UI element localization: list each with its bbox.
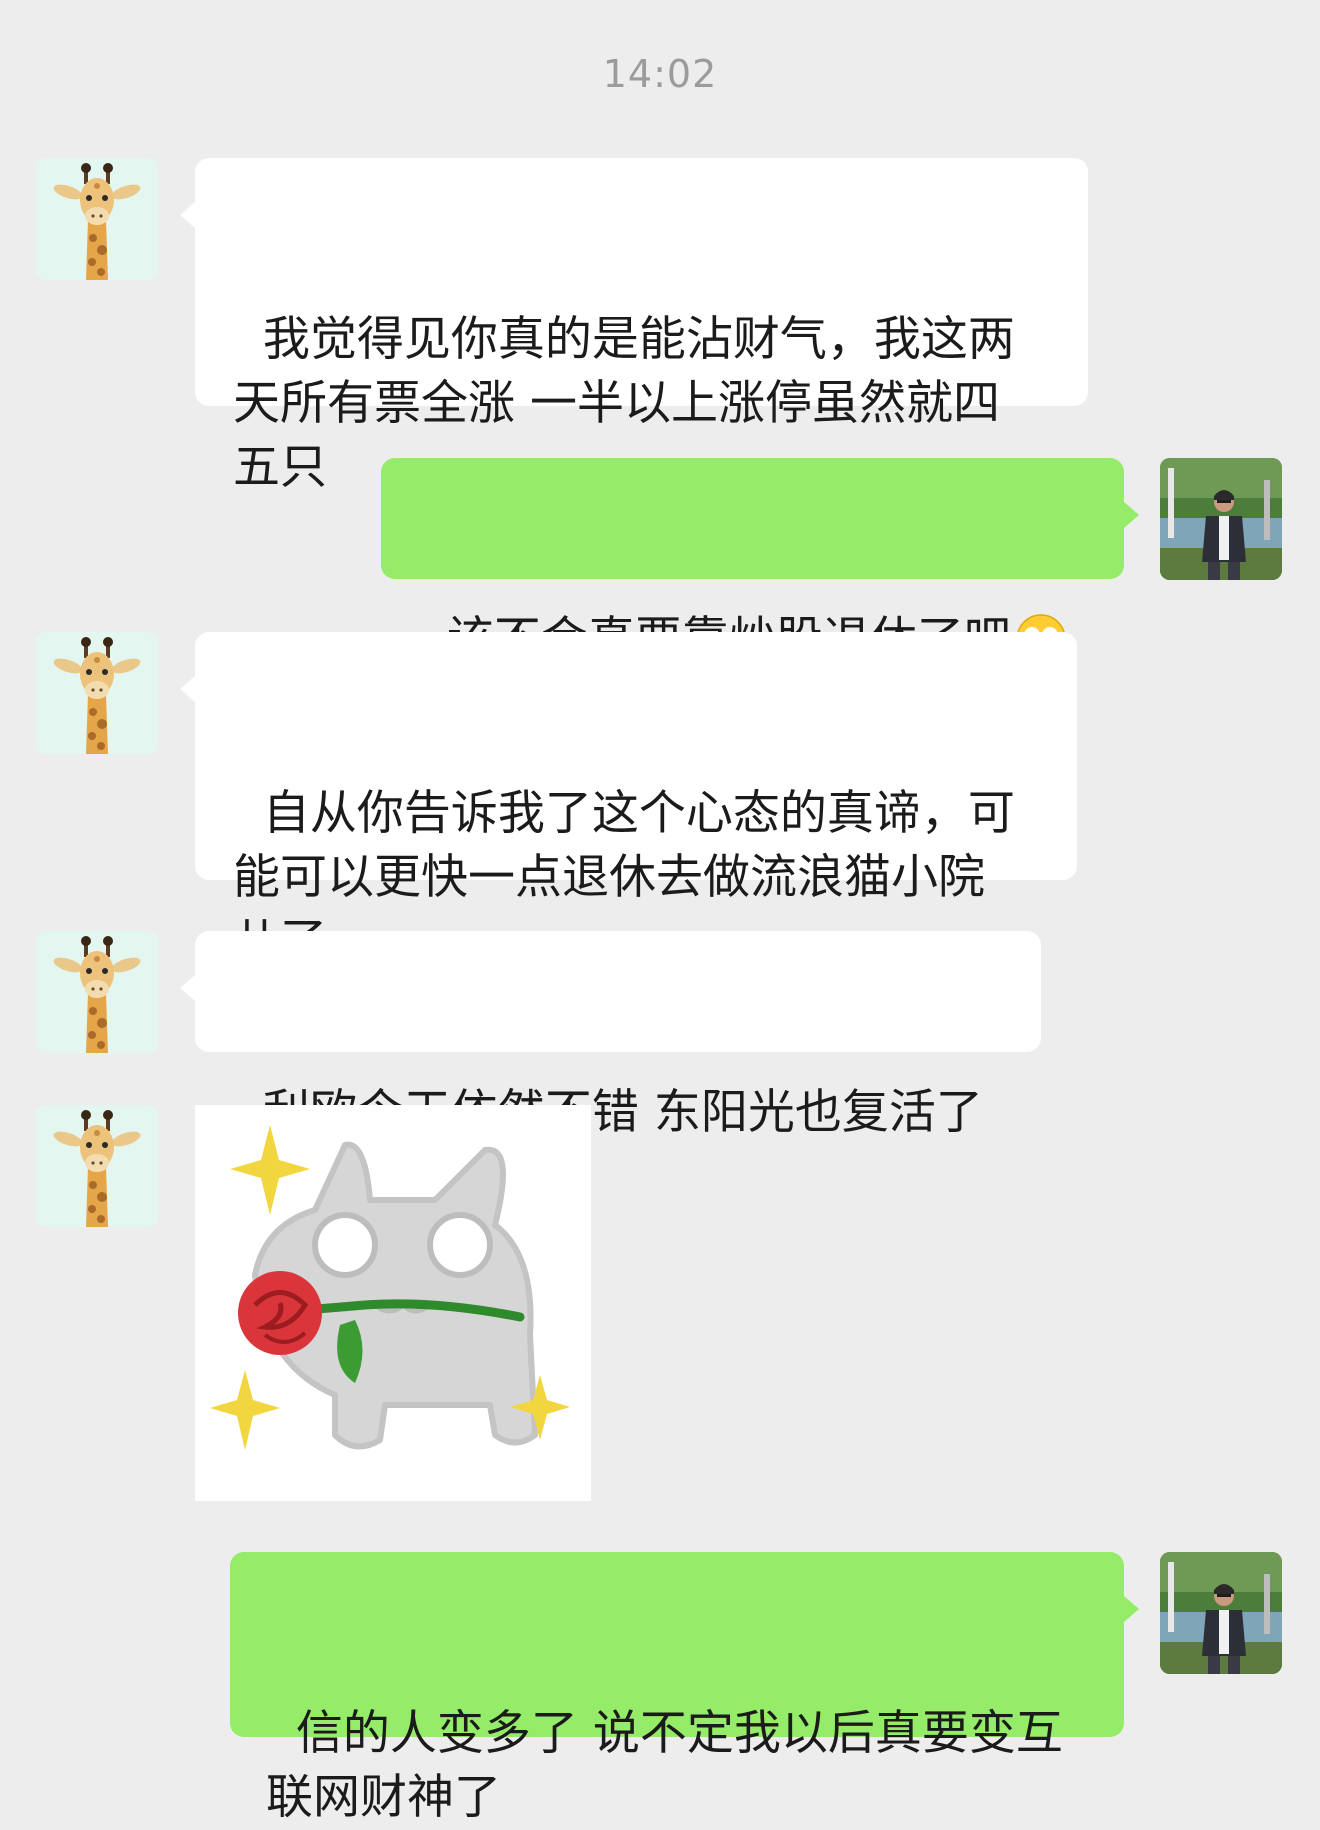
friend-avatar[interactable] — [36, 931, 158, 1053]
sticker-message[interactable] — [195, 1105, 591, 1501]
bubble-tail — [180, 975, 195, 1001]
person-photo-avatar-icon — [1160, 1552, 1282, 1674]
friend-avatar[interactable] — [36, 158, 158, 280]
bubble-tail — [180, 676, 195, 702]
message-bubble-outgoing[interactable]: 信的人变多了 说不定我以后真要变互 联网财神了 — [230, 1552, 1139, 1825]
bubble-tail — [1124, 502, 1139, 528]
friend-avatar[interactable] — [36, 632, 158, 754]
message-bubble-incoming[interactable]: 利欧今天依然不错 东阳光也复活了 — [180, 931, 1041, 1140]
giraffe-avatar-icon — [36, 632, 158, 754]
person-photo-avatar-icon — [1160, 458, 1282, 580]
giraffe-avatar-icon — [36, 158, 158, 280]
bubble-tail — [180, 202, 195, 228]
my-avatar[interactable] — [1160, 1552, 1282, 1674]
message-bubble-outgoing[interactable]: 该不会真要靠炒股退休了吧 — [381, 458, 1139, 667]
bubble-tail — [1124, 1596, 1139, 1622]
message-text: 信的人变多了 说不定我以后真要变互 联网财神了 — [266, 1706, 1063, 1825]
giraffe-avatar-icon — [36, 931, 158, 1053]
message-timestamp: 14:02 — [602, 52, 718, 96]
message-bubble-incoming[interactable]: 我觉得见你真的是能沾财气，我这两 天所有票全涨 一半以上涨停虽然就四 五只 — [180, 158, 1088, 495]
friend-avatar[interactable] — [36, 1105, 158, 1227]
my-avatar[interactable] — [1160, 458, 1282, 580]
giraffe-avatar-icon — [36, 1105, 158, 1227]
message-bubble-incoming[interactable]: 自从你告诉我了这个心态的真谛，可 能可以更快一点退休去做流浪猫小院 儿了 — [180, 632, 1077, 969]
gray-cat-holding-rose-sticker-icon — [195, 1105, 591, 1501]
